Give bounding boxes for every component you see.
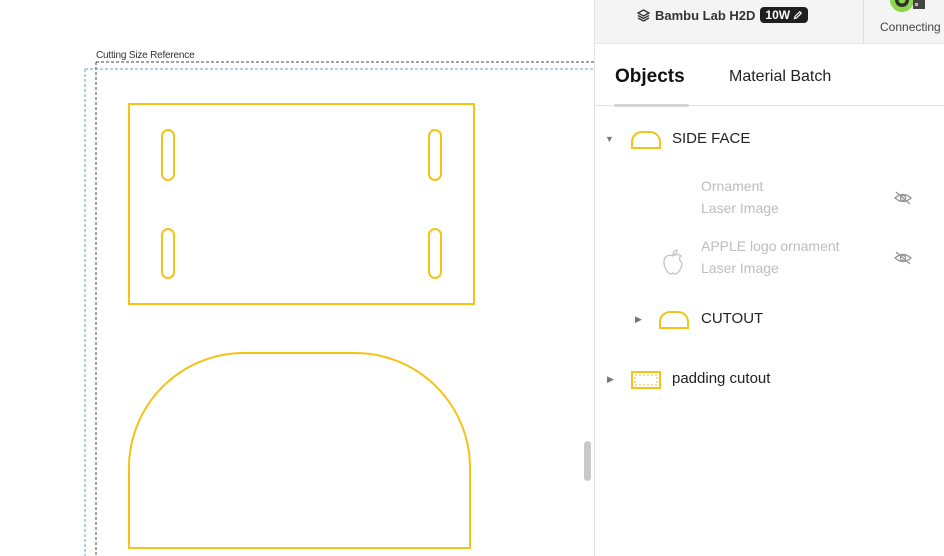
tab-objects[interactable]: Objects [615,66,685,88]
tree-item-ornament[interactable]: Ornament Laser Image [595,178,944,224]
slot-bottom-right [428,228,442,279]
slot-bottom-left [161,228,175,279]
tree-item-label: SIDE FACE [672,130,751,147]
tab-material-batch[interactable]: Material Batch [729,68,831,86]
topbar-divider [863,0,864,44]
tree-item-padding-cutout[interactable]: ▶ padding cutout [595,364,944,394]
rounded-shape-icon [659,311,689,329]
rectangle-shape-icon [631,371,661,389]
object-type: Laser Image [701,200,779,216]
apple-icon [663,249,683,275]
object-name: APPLE logo ornament [701,238,840,254]
slot-top-right [428,129,442,181]
laser-power-value: 10W [765,8,791,22]
connection-status: Connecting [880,20,941,34]
tree-item-apple-logo-ornament[interactable]: APPLE logo ornament Laser Image [595,238,944,284]
device-bar: Bambu Lab H2D 10W Connecting [595,0,944,44]
objects-panel: Bambu Lab H2D 10W Connecting Objects Mat… [594,0,944,556]
eye-slash-icon[interactable] [893,190,913,206]
tree-item-cutout[interactable]: ▶ CUTOUT [595,304,944,334]
padding-cutout-part [128,103,475,305]
eye-slash-icon[interactable] [893,250,913,266]
tree-item-label: CUTOUT [701,310,764,327]
pencil-icon [793,10,803,20]
active-tab-indicator [614,104,689,107]
laser-power-badge[interactable]: 10W [760,7,809,23]
expand-triangle-icon[interactable]: ▶ [607,374,614,385]
slot-top-left [161,129,175,181]
canvas-scrollbar-thumb[interactable] [584,441,591,481]
collapse-triangle-icon[interactable]: ▼ [605,134,614,144]
tree-item-label: padding cutout [672,370,771,387]
device-connection-icon [890,0,925,12]
printer-name: Bambu Lab H2D [655,7,756,23]
design-canvas[interactable]: Cutting Size Reference [0,0,594,556]
expand-triangle-icon[interactable]: ▶ [635,314,642,325]
side-face-part [128,352,471,549]
canvas-artwork [84,61,594,556]
rounded-shape-icon [631,131,661,149]
panel-tabs: Objects Material Batch [595,44,944,107]
printer-selector[interactable]: Bambu Lab H2D 10W [637,6,809,24]
object-name: Ornament [701,178,764,194]
tree-item-side-face[interactable]: ▼ SIDE FACE [595,124,944,154]
layers-icon [637,8,650,22]
app-window: Cutting Size Reference Bambu Lab H2D 10W… [0,0,944,556]
object-type: Laser Image [701,260,779,276]
